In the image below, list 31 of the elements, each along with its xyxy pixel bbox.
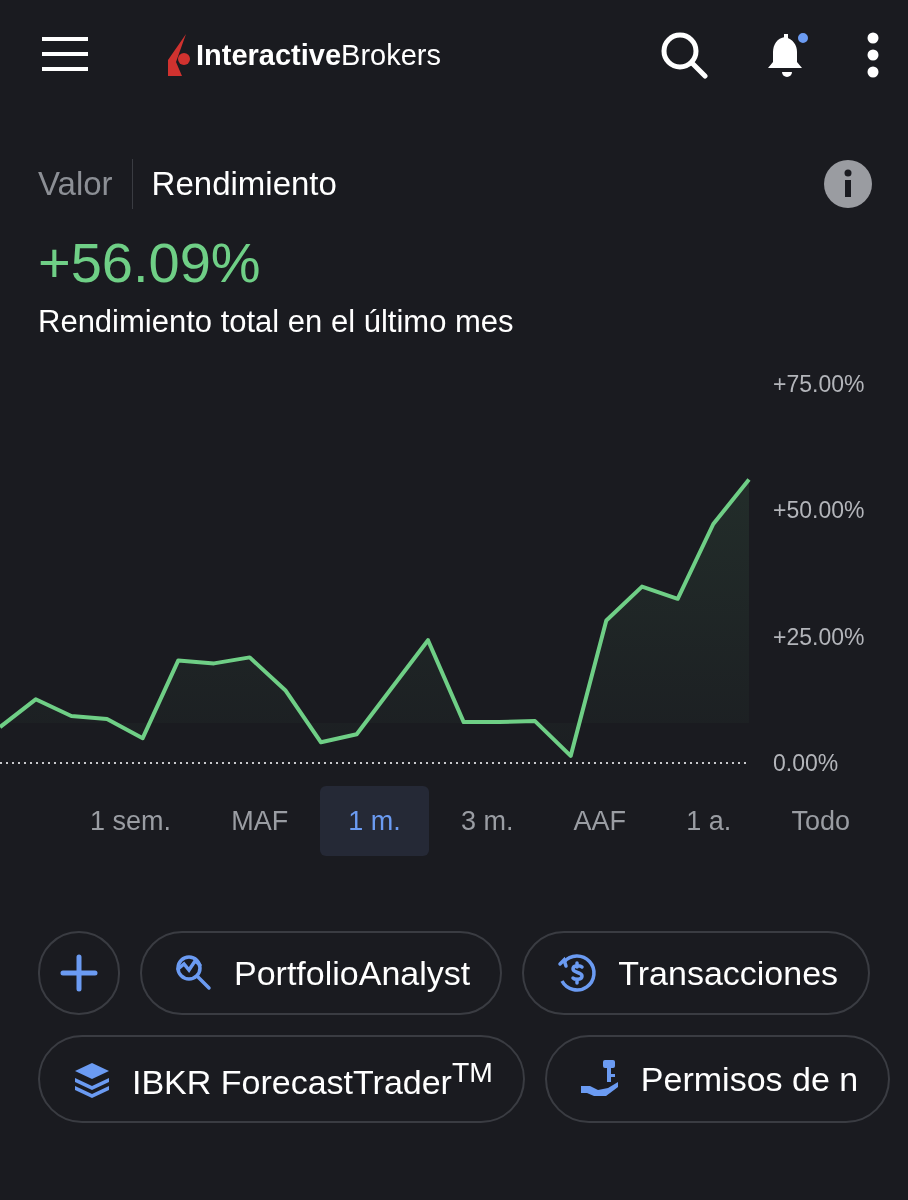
dollar-cycle-icon bbox=[556, 952, 599, 994]
logo-icon bbox=[168, 34, 192, 76]
magnifier-chart-icon bbox=[174, 953, 214, 993]
add-shortcut-button[interactable] bbox=[38, 931, 120, 1015]
shortcut-chip[interactable]: Permisos de n bbox=[544, 1035, 891, 1123]
shortcut-chip[interactable]: IBKR ForecastTrader$^{TM}$ bbox=[38, 1035, 525, 1123]
view-tab[interactable]: Valor bbox=[38, 165, 113, 203]
search-icon bbox=[660, 31, 708, 79]
info-icon[interactable] bbox=[824, 160, 872, 208]
period-tab[interactable]: Todo bbox=[763, 786, 878, 856]
brand-logo: InteractiveBrokers bbox=[196, 38, 441, 72]
period-tab[interactable]: MAF bbox=[203, 786, 317, 856]
axis-label: +50.00% bbox=[773, 497, 865, 524]
menu-icon bbox=[40, 35, 90, 72]
return-value: +56.09% bbox=[37, 232, 262, 294]
more-icon bbox=[866, 32, 880, 78]
shortcut-chip[interactable]: Transacciones bbox=[522, 931, 871, 1015]
period-tab[interactable]: 1 a. bbox=[658, 786, 760, 856]
period-tab[interactable]: 3 m. bbox=[432, 786, 542, 856]
shortcut-chip[interactable]: PortfolioAnalyst bbox=[140, 931, 503, 1015]
period-tab[interactable]: 1 sem. bbox=[62, 786, 200, 856]
axis-label: +25.00% bbox=[773, 623, 865, 650]
return-caption: Rendimiento total en el último mes bbox=[37, 303, 515, 341]
more-button[interactable] bbox=[866, 32, 880, 78]
view-tab[interactable]: Rendimiento bbox=[151, 165, 337, 203]
search-button[interactable] bbox=[660, 31, 708, 79]
plus-icon bbox=[60, 954, 98, 992]
period-tab[interactable]: AAF bbox=[545, 786, 655, 856]
period-tab[interactable]: 1 m. bbox=[320, 786, 429, 856]
axis-label: 0.00% bbox=[773, 750, 839, 776]
axis-label: +75.00% bbox=[773, 371, 865, 397]
